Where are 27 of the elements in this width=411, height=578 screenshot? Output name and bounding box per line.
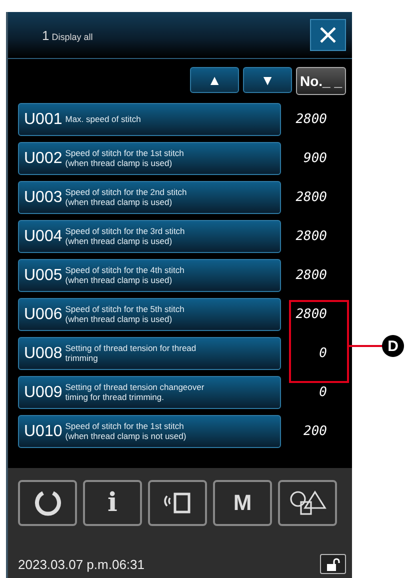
info-button[interactable]: i <box>83 480 142 526</box>
close-button[interactable] <box>310 19 346 51</box>
date-time: 2023.03.07 p.m.06:31 <box>18 556 144 572</box>
parameter-value: 2800 <box>294 112 328 127</box>
parameter-value: 200 <box>302 424 328 439</box>
scroll-down-button[interactable]: ▼ <box>243 67 292 93</box>
memory-button[interactable]: M <box>213 480 272 526</box>
reset-button[interactable] <box>18 480 77 526</box>
leader-line <box>349 345 383 347</box>
parameter-value: 0 <box>318 385 328 400</box>
shapes-button[interactable] <box>278 480 337 526</box>
parameter-value: 0 <box>318 346 328 361</box>
parameter-value: 2800 <box>294 229 328 244</box>
close-icon <box>319 26 337 44</box>
scroll-up-button[interactable]: ▲ <box>190 67 239 93</box>
lock-button[interactable] <box>320 554 346 574</box>
shapes-icon <box>288 489 328 517</box>
callout-label: D <box>382 335 404 357</box>
number-input-button[interactable]: No._ _ <box>296 67 346 95</box>
unlocked-padlock-icon <box>326 558 340 570</box>
parameter-value: 900 <box>302 151 328 166</box>
parameter-value: 2800 <box>294 307 328 322</box>
communication-button[interactable] <box>148 480 207 526</box>
parameter-value: 2800 <box>294 190 328 205</box>
screen-title: 1 Display all <box>42 28 93 42</box>
parameter-button[interactable]: U001 Max. speed of stitch <box>18 103 281 136</box>
parameter-value: 2800 <box>294 268 328 283</box>
